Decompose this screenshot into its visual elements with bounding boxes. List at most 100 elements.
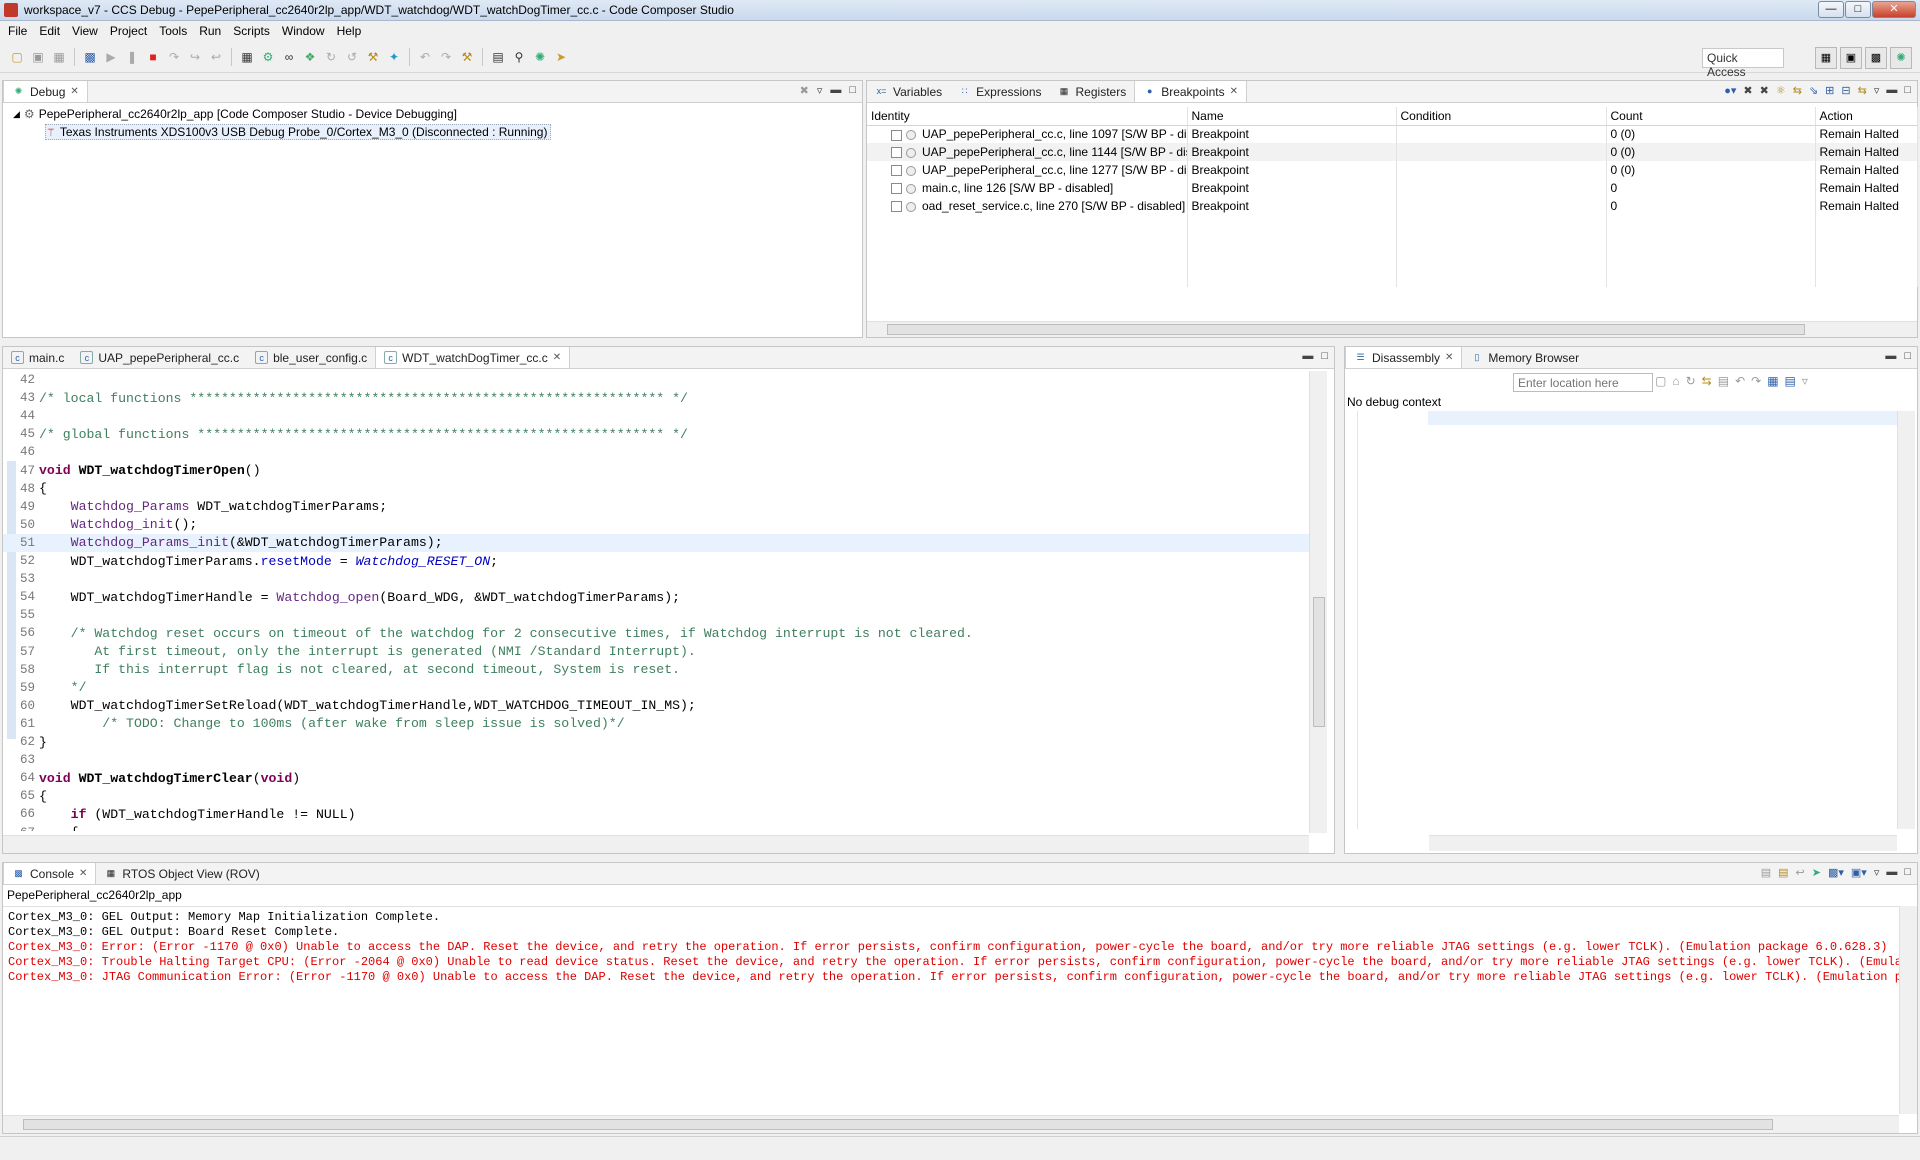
code-line[interactable]: 64 void WDT_watchdogTimerClear(void) <box>3 769 1309 787</box>
collapse-all-icon[interactable]: ⊟ <box>1841 84 1850 97</box>
link-icon[interactable]: ∞ <box>280 48 298 66</box>
step-over-icon[interactable]: ↪ <box>186 48 204 66</box>
code-line[interactable]: 59 */ <box>3 679 1309 697</box>
table-row[interactable]: UAP_pepePeripheral_cc.c, line 1144 [S/W … <box>867 143 1918 161</box>
minimize-view-icon[interactable]: ▬ <box>830 84 841 97</box>
step-into-icon[interactable]: ↷ <box>165 48 183 66</box>
word-wrap-icon[interactable]: ↩ <box>1796 866 1805 879</box>
terminate-icon[interactable]: ■ <box>144 48 162 66</box>
reset-icon[interactable]: ↻ <box>322 48 340 66</box>
menu-file[interactable]: File <box>2 24 33 38</box>
code-line[interactable]: 47 void WDT_watchdogTimerOpen() <box>3 462 1309 480</box>
code-line[interactable]: 65 { <box>3 787 1309 805</box>
console-output[interactable]: Cortex_M3_0: GEL Output: Memory Map Init… <box>3 906 1899 1114</box>
connect-icon[interactable]: ⚙ <box>259 48 277 66</box>
table-row[interactable]: oad_reset_service.c, line 270 [S/W BP - … <box>867 197 1918 215</box>
menu-help[interactable]: Help <box>331 24 368 38</box>
menu-tools[interactable]: Tools <box>153 24 193 38</box>
maximize-view-icon[interactable]: □ <box>849 84 856 97</box>
minimize-view-icon[interactable]: ▬ <box>1886 84 1897 97</box>
code-line[interactable]: 56 /* Watchdog reset occurs on timeout o… <box>3 624 1309 642</box>
breakpoint-enable-checkbox[interactable] <box>891 183 902 195</box>
column-count[interactable]: Count <box>1606 107 1816 126</box>
build-icon[interactable]: ⚒ <box>364 48 382 66</box>
go-to-file-icon[interactable]: ⇘ <box>1809 84 1818 97</box>
remove-breakpoint-icon[interactable]: ✖ <box>1743 84 1752 97</box>
tab-expressions[interactable]: ∷ Expressions <box>950 81 1049 102</box>
maximize-view-icon[interactable]: □ <box>1904 350 1911 362</box>
breakpoints-horizontal-scrollbar[interactable] <box>867 321 1917 337</box>
tab-debug[interactable]: ✺ Debug ✕ <box>3 81 88 102</box>
disassembly-horizontal-scrollbar[interactable] <box>1429 835 1897 851</box>
open-console-icon[interactable]: ▣▾ <box>1851 866 1867 879</box>
new-view-icon[interactable]: ▦ <box>1767 374 1778 388</box>
code-text-area[interactable]: 42 43 /* local functions *****************… <box>3 371 1309 831</box>
code-line[interactable]: 49 Watchdog_Params WDT_watchdogTimerPara… <box>3 498 1309 516</box>
restart-icon[interactable]: ↺ <box>343 48 361 66</box>
display-console-icon[interactable]: ▩▾ <box>1828 866 1844 879</box>
maximize-view-icon[interactable]: □ <box>1904 866 1911 879</box>
table-row[interactable]: UAP_pepePeripheral_cc.c, line 1277 [S/W … <box>867 161 1918 179</box>
column-action[interactable]: Action <box>1815 107 1918 126</box>
suspend-icon[interactable]: ❚ <box>123 48 141 66</box>
close-icon[interactable]: ✕ <box>1445 352 1453 363</box>
disassembly-vertical-scrollbar[interactable] <box>1897 411 1915 829</box>
code-line[interactable]: 51 Watchdog_Params_init(&WDT_watchdogTim… <box>3 533 1309 552</box>
search-icon[interactable]: ⚲ <box>510 48 528 66</box>
refresh-icon[interactable]: ↻ <box>1686 374 1696 388</box>
go-location-icon[interactable]: ▢ <box>1655 374 1666 388</box>
minimize-button[interactable]: — <box>1818 1 1844 18</box>
home-icon[interactable]: ⌂ <box>1672 374 1679 388</box>
menu-view[interactable]: View <box>66 24 104 38</box>
debug-target-row[interactable]: ⚚ Texas Instruments XDS100v3 USB Debug P… <box>45 124 552 140</box>
view-menu-icon[interactable]: ▿ <box>817 84 823 97</box>
code-line[interactable]: 60 WDT_watchdogTimerSetReload(WDT_watchd… <box>3 697 1309 715</box>
scroll-lock-icon[interactable]: ▤ <box>1778 866 1788 879</box>
new-breakpoint-icon[interactable]: ●▾ <box>1724 84 1736 97</box>
quick-access-field[interactable]: Quick Access <box>1702 48 1784 79</box>
new-icon[interactable]: ▢ <box>8 48 26 66</box>
collapse-arrow-icon[interactable]: ◢ <box>13 109 20 120</box>
editor-horizontal-scrollbar[interactable] <box>3 835 1309 853</box>
remove-terminated-icon[interactable]: ✖ <box>800 84 809 97</box>
debug-session-row[interactable]: ◢ ⚙ PepePeripheral_cc2640r2lp_app [Code … <box>13 107 457 121</box>
code-line[interactable]: 45 /* global functions ******************… <box>3 425 1309 443</box>
code-line[interactable]: 54 WDT_watchdogTimerHandle = Watchdog_op… <box>3 588 1309 606</box>
clear-console-icon[interactable]: ▤ <box>1761 866 1771 879</box>
sync-active-context-icon[interactable]: ⇆ <box>1702 374 1712 388</box>
link-with-debug-icon[interactable]: ⇆ <box>1793 84 1802 97</box>
minimize-view-icon[interactable]: ▬ <box>1885 350 1896 362</box>
code-line[interactable]: 57 At first timeout, only the interrupt … <box>3 643 1309 661</box>
expand-all-icon[interactable]: ⊞ <box>1825 84 1834 97</box>
menu-scripts[interactable]: Scripts <box>227 24 276 38</box>
remove-all-breakpoints-icon[interactable]: ✖ <box>1760 84 1769 97</box>
maximize-view-icon[interactable]: □ <box>1321 350 1328 362</box>
skip-breakpoints-icon[interactable]: ⚛ <box>1776 84 1786 97</box>
minimize-view-icon[interactable]: ▬ <box>1886 866 1897 879</box>
menu-window[interactable]: Window <box>276 24 331 38</box>
location-input[interactable] <box>1513 373 1653 392</box>
table-row[interactable]: UAP_pepePeripheral_cc.c, line 1097 [S/W … <box>867 125 1918 143</box>
code-line[interactable]: 44 <box>3 407 1309 425</box>
code-line[interactable]: 58 If this interrupt flag is not cleared… <box>3 661 1309 679</box>
minimize-view-icon[interactable]: ▬ <box>1302 350 1313 362</box>
pin-view-icon[interactable]: ▤ <box>1785 374 1796 388</box>
tab-breakpoints[interactable]: ● Breakpoints ✕ <box>1134 81 1247 102</box>
terminal-icon[interactable]: ▩ <box>81 48 99 66</box>
pin-console-icon[interactable]: ➤ <box>1812 866 1821 879</box>
menu-edit[interactable]: Edit <box>33 24 66 38</box>
code-line[interactable]: 42 <box>3 371 1309 389</box>
close-icon[interactable]: ✕ <box>553 352 561 363</box>
console-vertical-scrollbar[interactable] <box>1899 906 1917 1114</box>
column-condition[interactable]: Condition <box>1396 107 1607 126</box>
ccs-debug-perspective-icon[interactable]: ▩ <box>1865 47 1887 69</box>
open-perspective-icon[interactable]: ▦ <box>1815 47 1837 69</box>
close-icon[interactable]: ✕ <box>79 868 87 879</box>
maximize-button[interactable]: □ <box>1845 1 1871 18</box>
menu-run[interactable]: Run <box>193 24 227 38</box>
breakpoint-enable-checkbox[interactable] <box>891 147 902 159</box>
code-line[interactable]: 48 { <box>3 480 1309 498</box>
step-return-icon[interactable]: ↩ <box>207 48 225 66</box>
scrollbar-thumb[interactable] <box>1313 597 1325 727</box>
breakpoint-enable-checkbox[interactable] <box>891 165 902 177</box>
